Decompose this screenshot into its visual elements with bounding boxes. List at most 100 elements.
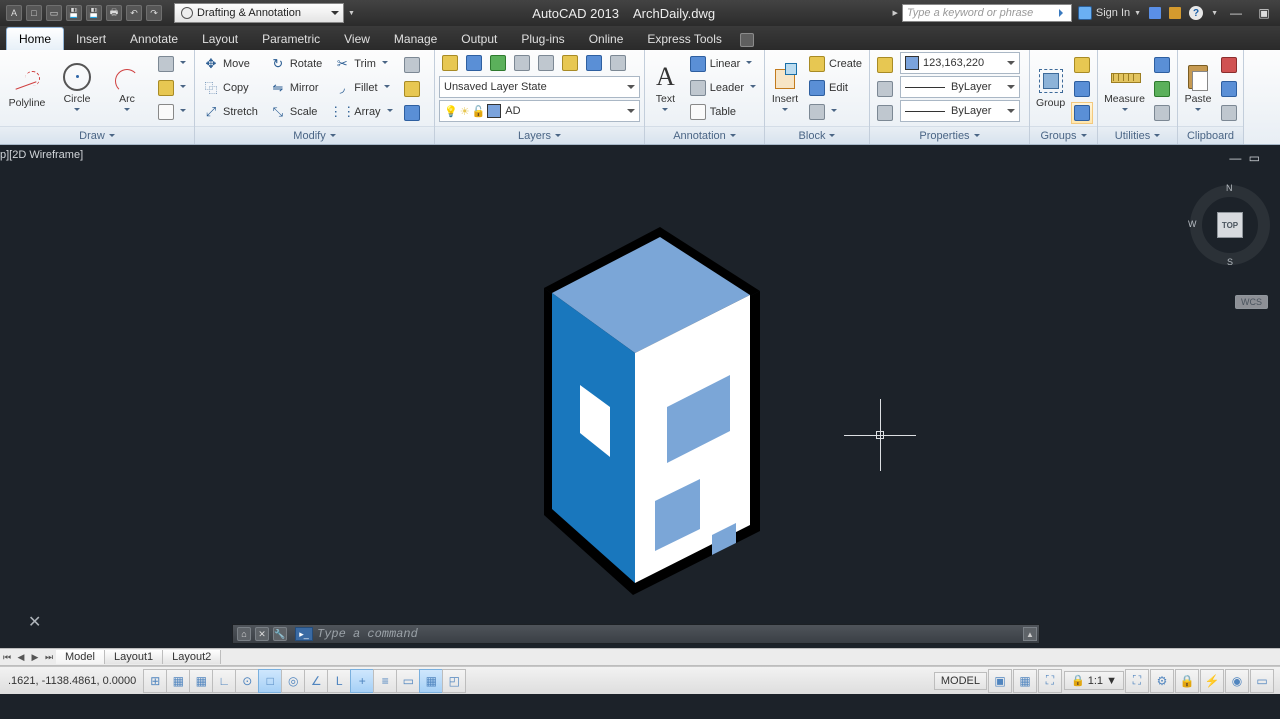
command-input-placeholder[interactable]: Type a command — [317, 627, 1023, 641]
editattr-button[interactable] — [805, 100, 866, 123]
quick-view-layouts-icon[interactable]: ▣ — [988, 669, 1012, 693]
help-icon[interactable]: ? — [1189, 6, 1203, 20]
stay-connected-icon[interactable] — [1169, 7, 1181, 19]
panel-modify-title[interactable]: Modify — [195, 126, 434, 144]
tab-layout[interactable]: Layout — [190, 28, 250, 50]
model-space-button[interactable]: MODEL — [934, 672, 987, 690]
tab-online[interactable]: Online — [577, 28, 636, 50]
annotation-visibility-icon[interactable]: ⛶ — [1125, 669, 1149, 693]
window-minimize-icon[interactable]: — — [1226, 5, 1246, 21]
quick-select-icon[interactable] — [1151, 78, 1173, 100]
ducs-icon[interactable]: L — [327, 669, 351, 693]
ortho-icon[interactable]: ∟ — [212, 669, 236, 693]
group-button[interactable]: Group — [1034, 52, 1067, 124]
quick-view-drawings-icon[interactable]: ▦ — [1013, 669, 1037, 693]
layer-match-icon[interactable] — [583, 52, 605, 74]
3dosnap-icon[interactable]: ◎ — [281, 669, 305, 693]
rotate-button[interactable]: Rotate — [266, 52, 326, 75]
tab-layout1[interactable]: Layout1 — [105, 650, 163, 664]
rectangle-button[interactable] — [154, 100, 190, 123]
stretch-button[interactable]: Stretch — [199, 100, 262, 123]
qcalc-icon[interactable] — [1151, 102, 1173, 124]
qat-undo-icon[interactable]: ↶ — [126, 5, 142, 21]
layout-last-icon[interactable]: ⏭ — [42, 650, 56, 664]
edit-button[interactable]: Edit — [805, 76, 866, 99]
move-button[interactable]: Move — [199, 52, 262, 75]
workspace-switching-icon[interactable]: ⚙ — [1150, 669, 1174, 693]
layout-prev-icon[interactable]: ◀ — [14, 650, 28, 664]
viewcube[interactable]: N S W TOP — [1190, 185, 1270, 265]
tab-home[interactable]: Home — [6, 27, 64, 50]
layer-off-icon[interactable] — [535, 52, 557, 74]
qat-open-icon[interactable]: ▭ — [46, 5, 62, 21]
text-button[interactable]: AText — [649, 52, 682, 124]
tab-plugins[interactable]: Plug-ins — [509, 28, 576, 50]
match-properties-icon[interactable] — [874, 54, 896, 76]
layer-freeze-icon[interactable] — [511, 52, 533, 74]
viewport-controls[interactable]: — ▭ — [1229, 151, 1262, 165]
window-restore-icon[interactable]: ▣ — [1254, 5, 1274, 21]
create-button[interactable]: Create — [805, 52, 866, 75]
layout-first-icon[interactable]: ⏮ — [0, 650, 14, 664]
cmd-close-icon[interactable]: ✕ — [255, 627, 269, 641]
fillet-button[interactable]: Fillet — [330, 76, 396, 99]
match-icon[interactable] — [1218, 102, 1240, 124]
clean-screen-icon[interactable]: ▭ — [1250, 669, 1274, 693]
qat-more-icon[interactable]: ▼ — [348, 10, 355, 17]
panel-layers-title[interactable]: Layers — [435, 126, 644, 144]
viewcube-top[interactable]: TOP — [1217, 212, 1243, 238]
tab-output[interactable]: Output — [449, 28, 509, 50]
wcs-label[interactable]: WCS — [1235, 295, 1268, 309]
color-dropdown[interactable]: 123,163,220 — [900, 52, 1020, 74]
line-button[interactable] — [154, 52, 190, 75]
qat-new-icon[interactable]: □ — [26, 5, 42, 21]
panel-draw-title[interactable]: Draw — [0, 126, 194, 144]
lineweight-icon[interactable] — [874, 78, 896, 100]
annotation-scale[interactable]: 🔒 1:1 ▼ — [1064, 671, 1124, 690]
table-button[interactable]: Table — [686, 100, 760, 123]
viewcube-n[interactable]: N — [1226, 183, 1233, 193]
recent-docs-icon[interactable]: ▶ — [892, 9, 897, 17]
coordinates[interactable]: .1621, -1138.4861, 0.0000 — [0, 675, 144, 687]
cmd-expand-icon[interactable]: ▲ — [1023, 627, 1037, 641]
osnap-icon[interactable]: □ — [258, 669, 282, 693]
array-button[interactable]: Array — [330, 100, 396, 123]
layer-prev-icon[interactable] — [607, 52, 629, 74]
insert-button[interactable]: Insert — [769, 52, 801, 124]
infer-constraints-icon[interactable]: ⊞ — [143, 669, 167, 693]
offset-button[interactable] — [401, 102, 423, 124]
measure-button[interactable]: Measure — [1102, 52, 1147, 124]
group-selection-icon[interactable] — [1071, 102, 1093, 124]
hatch-button[interactable] — [154, 76, 190, 99]
command-close-icon[interactable]: ✕ — [28, 612, 41, 632]
lwt-icon[interactable]: ≡ — [373, 669, 397, 693]
viewcube-s[interactable]: S — [1227, 257, 1233, 267]
copy-clip-icon[interactable] — [1218, 78, 1240, 100]
toolbar-lock-icon[interactable]: 🔒 — [1175, 669, 1199, 693]
scale-button[interactable]: Scale — [266, 100, 326, 123]
qp-icon[interactable]: ▦ — [419, 669, 443, 693]
tpy-icon[interactable]: ▭ — [396, 669, 420, 693]
panel-block-title[interactable]: Block — [765, 126, 869, 144]
sc-icon[interactable]: ◰ — [442, 669, 466, 693]
panel-utilities-title[interactable]: Utilities — [1098, 126, 1177, 144]
group-edit-icon[interactable] — [1071, 78, 1093, 100]
viewport-label[interactable]: p][2D Wireframe] — [0, 149, 83, 161]
erase-button[interactable] — [401, 54, 423, 76]
viewcube-w[interactable]: W — [1188, 219, 1197, 229]
command-line[interactable]: ⌂ ✕ 🔧 ▸_ Type a command ▲ — [232, 624, 1040, 644]
tab-express[interactable]: Express Tools — [635, 28, 733, 50]
help-search[interactable]: Type a keyword or phrase — [902, 4, 1072, 22]
tab-layout2[interactable]: Layout2 — [163, 650, 221, 664]
ribbon-addon-icon[interactable] — [740, 33, 754, 47]
trim-button[interactable]: Trim — [330, 52, 396, 75]
otrack-icon[interactable]: ∠ — [304, 669, 328, 693]
tab-manage[interactable]: Manage — [382, 28, 449, 50]
tab-view[interactable]: View — [332, 28, 382, 50]
layer-states-icon[interactable] — [463, 52, 485, 74]
linetype-dropdown[interactable]: ByLayer — [900, 100, 1020, 122]
paste-button[interactable]: Paste — [1182, 52, 1214, 124]
cmd-recent-icon[interactable]: ⌂ — [237, 627, 251, 641]
linear-button[interactable]: Linear — [686, 52, 760, 75]
panel-groups-title[interactable]: Groups — [1030, 126, 1097, 144]
